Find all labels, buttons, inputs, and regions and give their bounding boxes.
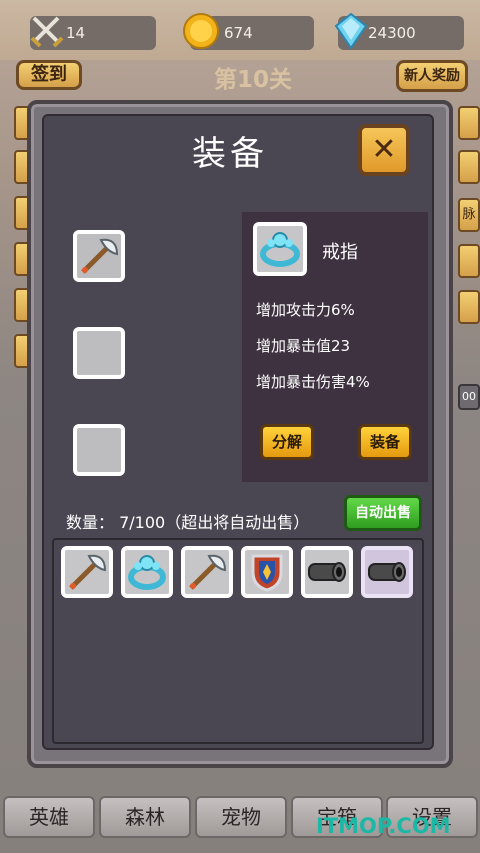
gem-counter: 24300 bbox=[334, 12, 464, 50]
newbie-reward-button[interactable]: 新人奖励 bbox=[396, 60, 468, 92]
side-right-value: 00 bbox=[458, 384, 480, 410]
side-right-button-5[interactable] bbox=[458, 290, 480, 324]
equip-slot-3-empty[interactable] bbox=[73, 424, 125, 476]
side-right-button-3[interactable]: 脉 bbox=[458, 198, 480, 232]
crossed-swords-icon bbox=[30, 16, 64, 48]
gold-coin-icon bbox=[183, 13, 219, 49]
axe-icon bbox=[189, 554, 227, 590]
decompose-button[interactable]: 分解 bbox=[260, 424, 314, 460]
close-icon: ✕ bbox=[371, 132, 397, 167]
equip-slot-1[interactable] bbox=[73, 230, 125, 282]
inventory-item-cannon[interactable] bbox=[361, 546, 413, 598]
tab-pets[interactable]: 宠物 bbox=[195, 796, 287, 838]
attack-counter: 14 bbox=[30, 16, 156, 50]
inventory-item-axe[interactable] bbox=[181, 546, 233, 598]
cannon-icon bbox=[368, 562, 406, 582]
inventory-item-axe[interactable] bbox=[61, 546, 113, 598]
watermark: ITMOP.COM bbox=[316, 814, 451, 838]
inventory-item-shield[interactable] bbox=[241, 546, 293, 598]
equip-slot-2-empty[interactable] bbox=[73, 327, 125, 379]
item-stat-crit-damage: 增加暴击伤害4% bbox=[256, 373, 370, 391]
axe-icon bbox=[69, 554, 107, 590]
side-right-button-1[interactable] bbox=[458, 106, 480, 140]
attack-value: 14 bbox=[66, 24, 86, 42]
item-stat-crit-value: 增加暴击值23 bbox=[256, 337, 351, 355]
inventory-quantity: 数量： 7/100（超出将自动出售） bbox=[66, 513, 310, 532]
gold-value: 674 bbox=[224, 24, 253, 42]
item-stat-attack: 增加攻击力6% bbox=[256, 301, 355, 319]
tab-forest[interactable]: 森林 bbox=[99, 796, 191, 838]
axe-icon bbox=[81, 238, 119, 274]
sign-in-button[interactable]: 签到 bbox=[16, 60, 82, 90]
side-right-button-2[interactable] bbox=[458, 150, 480, 184]
diamond-icon bbox=[334, 12, 368, 50]
shield-icon bbox=[251, 554, 283, 592]
ring-icon bbox=[260, 232, 300, 267]
tab-heroes[interactable]: 英雄 bbox=[3, 796, 95, 838]
level-title: 第10关 bbox=[213, 67, 292, 93]
auto-sell-button[interactable]: 自动出售 bbox=[344, 495, 422, 531]
cannon-icon bbox=[308, 562, 346, 582]
ring-icon bbox=[128, 555, 166, 590]
selected-item-frame bbox=[253, 222, 307, 276]
inventory-item-ring[interactable] bbox=[121, 546, 173, 598]
equip-button[interactable]: 装备 bbox=[358, 424, 412, 460]
side-right-button-4[interactable] bbox=[458, 244, 480, 278]
selected-item-name: 戒指 bbox=[322, 242, 358, 263]
gold-counter: 674 bbox=[183, 13, 314, 50]
gem-value: 24300 bbox=[368, 24, 416, 42]
dialog-title: 装备 bbox=[192, 134, 268, 174]
inventory-item-cannon[interactable] bbox=[301, 546, 353, 598]
close-button[interactable]: ✕ bbox=[358, 124, 410, 176]
